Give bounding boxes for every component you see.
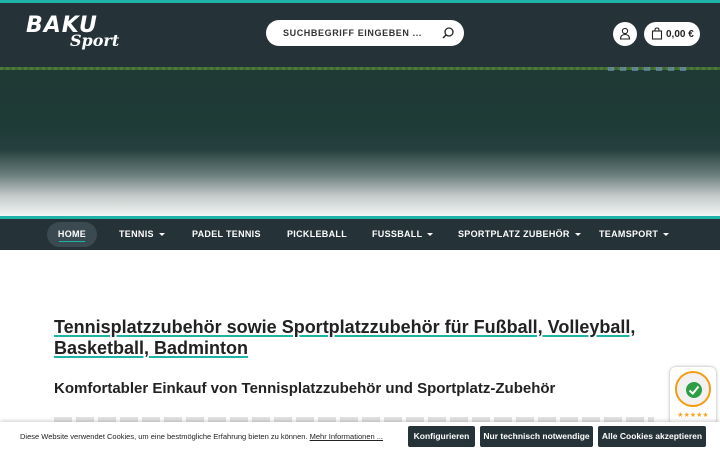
- caret-down-icon: [158, 233, 165, 237]
- technical-only-button[interactable]: Nur technisch notwendige: [480, 426, 593, 447]
- page-title: Tennisplatzzubehör sowie Sportplatzzubeh…: [54, 317, 674, 359]
- caret-down-icon: [574, 233, 581, 237]
- cart-total: 0,00 €: [666, 29, 694, 40]
- search-input[interactable]: SUCHBEGRIFF EINGEBEN ...: [266, 20, 464, 46]
- nav-item-padel-tennis[interactable]: PADEL TENNIS: [192, 219, 261, 250]
- nav-item-sportplatz-zubehoer[interactable]: SPORTPLATZ ZUBEHÖR: [458, 219, 581, 250]
- logo-text-sub: Sport: [70, 31, 120, 50]
- nav-item-label: PICKLEBALL: [287, 229, 347, 239]
- configure-button[interactable]: Konfigurieren: [408, 426, 475, 447]
- nav-item-label: FUSSBALL: [372, 229, 423, 239]
- accept-all-cookies-button[interactable]: Alle Cookies akzeptieren: [598, 426, 706, 447]
- cookie-message: Diese Website verwendet Cookies, um eine…: [20, 432, 383, 441]
- site-header: BAKU Sport SUCHBEGRIFF EINGEBEN ... 0,00…: [0, 3, 720, 67]
- page-title-text: Tennisplatzzubehör sowie Sportplatzzubeh…: [54, 317, 636, 358]
- nav-item-label: TENNIS: [119, 229, 154, 239]
- search-icon[interactable]: [441, 26, 455, 40]
- nav-item-tennis[interactable]: TENNIS: [119, 219, 165, 250]
- hero-banner: [0, 67, 720, 217]
- nav-item-fussball[interactable]: FUSSBALL: [372, 219, 434, 250]
- caret-down-icon: [427, 233, 434, 237]
- main-navigation: HOME TENNIS PADEL TENNIS PICKLEBALL FUSS…: [0, 219, 720, 250]
- trust-seal-icon: [675, 371, 711, 407]
- hero-decoration: [608, 67, 688, 71]
- page-subtitle: Komfortabler Einkauf von Tennisplatzzube…: [54, 380, 556, 397]
- shopping-bag-icon: [651, 27, 663, 40]
- more-info-link[interactable]: Mehr Informationen ...: [310, 432, 383, 441]
- nav-item-teamsport[interactable]: TEAMSPORT: [599, 219, 670, 250]
- user-icon: [619, 27, 631, 40]
- caret-down-icon: [663, 233, 670, 237]
- trust-badge[interactable]: ★★★★★: [670, 367, 716, 425]
- active-underline: [59, 241, 85, 242]
- rating-stars: ★★★★★: [677, 412, 709, 419]
- nav-item-pickleball[interactable]: PICKLEBALL: [287, 219, 347, 250]
- cart-button[interactable]: 0,00 €: [644, 22, 700, 46]
- nav-item-label: SPORTPLATZ ZUBEHÖR: [458, 229, 570, 239]
- cookie-message-text: Diese Website verwendet Cookies, um eine…: [20, 432, 308, 441]
- nav-item-home[interactable]: HOME: [47, 222, 97, 247]
- nav-item-label: TEAMSPORT: [599, 229, 659, 239]
- checkmark-icon: [686, 382, 702, 398]
- account-button[interactable]: [613, 22, 637, 46]
- nav-item-label: PADEL TENNIS: [192, 229, 261, 239]
- cookie-banner: Diese Website verwendet Cookies, um eine…: [0, 422, 720, 450]
- page: { "header": { "logo_line1": "BAKU", "log…: [0, 0, 720, 450]
- nav-item-label: HOME: [57, 229, 87, 239]
- search-placeholder: SUCHBEGRIFF EINGEBEN ...: [283, 28, 422, 38]
- logo[interactable]: BAKU Sport: [26, 15, 120, 51]
